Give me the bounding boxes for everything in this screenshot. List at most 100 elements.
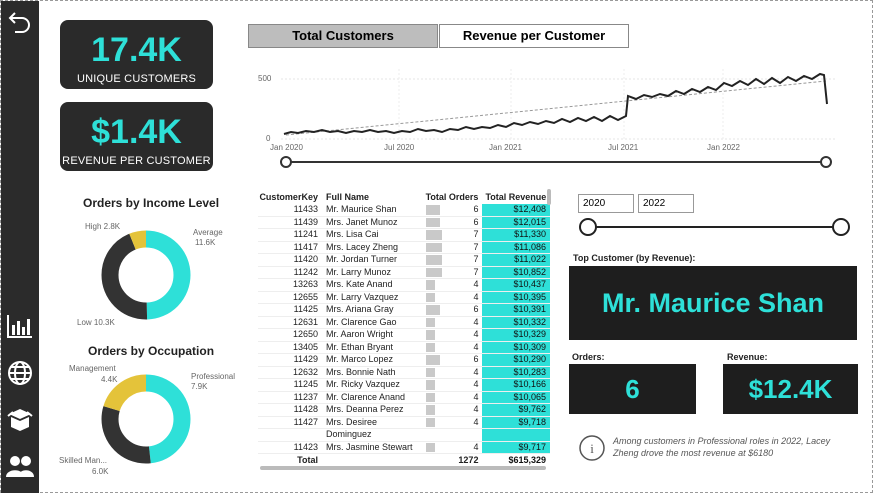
orders-value-text: 7: [473, 241, 479, 252]
cell-totalorders: 4: [424, 291, 483, 304]
x-tick-jan-2020: Jan 2020: [270, 143, 303, 152]
orders-databar: [426, 305, 441, 315]
income-value-average: 11.6K: [195, 238, 216, 247]
table-row[interactable]: 11423 Mrs. Jasmine Stewart 4 $9,717: [258, 441, 550, 454]
top-customer-label: Top Customer (by Revenue):: [573, 253, 696, 263]
table-row[interactable]: 11417 Mrs. Lacey Zheng 7 $11,086: [258, 241, 550, 254]
orders-databar: [426, 205, 441, 215]
cell-customerkey: 11242: [258, 266, 322, 279]
cell-totalrevenue: $12,015: [482, 216, 550, 229]
globe-icon[interactable]: [5, 358, 35, 388]
table-row[interactable]: 12650 Mr. Aaron Wright 4 $10,329: [258, 328, 550, 342]
orders-value-text: 4: [473, 391, 479, 402]
occupation-chart-title: Orders by Occupation: [88, 344, 215, 358]
cell-totalrevenue: $10,391: [482, 303, 550, 317]
bar-chart-icon[interactable]: [5, 311, 35, 341]
table-body: 11433 Mr. Maurice Shan 6 $12,408 11439 Mrs. J…: [258, 204, 550, 468]
orders-databar: [426, 280, 436, 290]
orders-databar: [426, 267, 443, 277]
cell-fullname: Mrs. Bonnie Nath: [321, 366, 425, 379]
date-slider-start-handle[interactable]: [579, 218, 597, 236]
range-handle-end[interactable]: [820, 156, 832, 168]
col-fullname[interactable]: Full Name: [322, 189, 424, 204]
range-handle-start[interactable]: [280, 156, 292, 168]
orders-databar: [426, 317, 436, 327]
table-row[interactable]: 11245 Mr. Ricky Vazquez 4 $10,166: [258, 378, 550, 392]
users-icon[interactable]: [5, 451, 35, 481]
orders-value-text: 6: [473, 216, 479, 227]
cell-totalorders: 4: [424, 403, 483, 417]
orders-value-text: 7: [473, 229, 479, 239]
cell-totalrevenue: $12,408: [482, 204, 550, 217]
date-range-slider[interactable]: [576, 216, 854, 238]
table-row[interactable]: 11428 Mrs. Deanna Perez 4 $9,762: [258, 403, 550, 417]
table-row[interactable]: 11237 Mr. Clarence Anand 4 $10,065: [258, 391, 550, 404]
cell-customerkey: 12655: [258, 291, 322, 304]
cell-totalorders: 7: [424, 241, 483, 254]
trend-line: [285, 80, 827, 136]
table-row[interactable]: 13263 Mrs. Kate Anand 4 $10,437: [258, 278, 550, 292]
income-label-low: Low 10.3K: [77, 318, 115, 327]
orders-databar: [426, 392, 436, 402]
insight-text: Among customers in Professional roles in…: [613, 436, 831, 458]
cell-customerkey: 11420: [258, 253, 322, 267]
cell-totalorders: 4: [424, 366, 483, 379]
customer-table: CustomerKey Full Name Total Orders Total…: [258, 189, 551, 470]
table-row[interactable]: 11427 Mrs. Desiree 4 $9,718: [258, 416, 550, 429]
cell-customerkey: 11423: [258, 441, 322, 454]
tab-total-customers[interactable]: Total Customers: [248, 24, 438, 48]
cell-totalrevenue: $11,086: [482, 241, 550, 254]
orders-value: 6: [569, 364, 696, 414]
table-h-scrollbar[interactable]: [260, 466, 546, 470]
cell-fullname: Mr. Ricky Vazquez: [321, 378, 425, 392]
cell-fullname: Mr. Jordan Turner: [321, 253, 425, 267]
income-label-average: Average: [193, 228, 223, 237]
table-row[interactable]: Dominguez: [258, 428, 550, 442]
box-icon[interactable]: [5, 404, 35, 434]
table-row[interactable]: 11242 Mr. Larry Munoz 7 $10,852: [258, 266, 550, 279]
table-row[interactable]: 12655 Mr. Larry Vazquez 4 $10,395: [258, 291, 550, 304]
orders-databar: [426, 230, 443, 240]
table-row[interactable]: 11439 Mrs. Janet Munoz 6 $12,015: [258, 216, 550, 229]
col-totalorders[interactable]: Total Orders: [424, 189, 482, 204]
table-row[interactable]: 11429 Mr. Marco Lopez 6 $10,290: [258, 353, 550, 367]
table-row[interactable]: 11425 Mrs. Ariana Gray 6 $10,391: [258, 303, 550, 317]
table-row[interactable]: 11433 Mr. Maurice Shan 6 $12,408: [258, 204, 550, 217]
revenue-label: Revenue:: [727, 352, 768, 362]
occupation-label-skilled: Skilled Man...: [59, 456, 107, 465]
table-row[interactable]: 13405 Mr. Ethan Bryant 4 $10,309: [258, 341, 550, 354]
date-start-input[interactable]: 2020: [578, 194, 634, 213]
cell-totalrevenue: $11,022: [482, 253, 550, 267]
col-totalrevenue[interactable]: Total Revenue: [482, 189, 550, 204]
table-row[interactable]: 12631 Mr. Clarence Gao 4 $10,332: [258, 316, 550, 329]
table-row[interactable]: 11241 Mrs. Lisa Cai 7 $11,330: [258, 228, 550, 242]
cell-totalorders: 4: [424, 328, 483, 342]
cell-fullname: Mr. Ethan Bryant: [321, 341, 425, 354]
table-scrollbar[interactable]: [547, 189, 551, 205]
orders-databar: [426, 405, 436, 415]
back-icon[interactable]: [5, 7, 35, 37]
table-row[interactable]: 11420 Mr. Jordan Turner 7 $11,022: [258, 253, 550, 267]
x-tick-jan-2021: Jan 2021: [489, 143, 522, 152]
orders-value-text: 4: [473, 441, 479, 452]
cell-totalrevenue: [482, 428, 550, 442]
occupation-label-management: Management: [69, 364, 116, 373]
cell-totalrevenue: $10,065: [482, 391, 550, 404]
y-tick-500: 500: [258, 74, 272, 83]
tab-revenue-per-customer[interactable]: Revenue per Customer: [439, 24, 629, 48]
table-row[interactable]: 12632 Mrs. Bonnie Nath 4 $10,283: [258, 366, 550, 379]
left-nav: [1, 1, 39, 493]
cell-fullname: Mr. Larry Munoz: [321, 266, 425, 279]
date-slider-end-handle[interactable]: [832, 218, 850, 236]
date-end-input[interactable]: 2022: [638, 194, 694, 213]
revenue-per-customer-label: REVENUE PER CUSTOMER: [62, 155, 211, 167]
col-customerkey[interactable]: CustomerKey: [258, 189, 322, 204]
occupation-value-skilled: 6.0K: [92, 467, 109, 476]
cell-totalorders: 6: [424, 204, 483, 217]
orders-databar: [426, 255, 443, 265]
cell-fullname: Mr. Clarence Gao: [321, 316, 425, 329]
unique-customers-label: UNIQUE CUSTOMERS: [76, 73, 197, 85]
cell-fullname: Mrs. Desiree: [321, 416, 425, 429]
cell-customerkey: 11245: [258, 378, 322, 392]
cell-customerkey: 11429: [258, 353, 322, 367]
